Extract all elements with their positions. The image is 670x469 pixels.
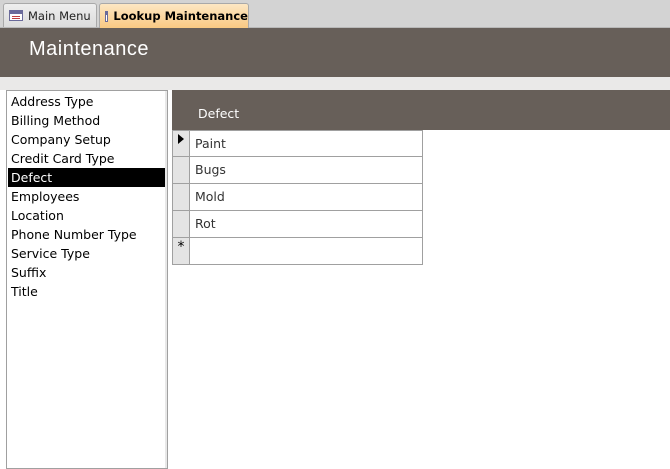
form-header: Maintenance — [0, 28, 670, 77]
form-icon — [9, 10, 23, 21]
record-selector[interactable]: * — [172, 238, 190, 265]
new-defect-cell[interactable] — [190, 238, 423, 265]
defect-cell[interactable]: Rot — [190, 211, 423, 238]
lookup-item-employees[interactable]: Employees — [8, 187, 166, 206]
record-selector[interactable] — [172, 157, 190, 184]
lookup-item-service-type[interactable]: Service Type — [8, 244, 166, 263]
tab-label: Main Menu — [28, 8, 91, 23]
new-record-icon: * — [177, 239, 185, 255]
column-header-defect: Defect — [198, 106, 240, 121]
lookup-item-location[interactable]: Location — [8, 206, 166, 225]
lookup-list-box[interactable]: Address Type Billing Method Company Setu… — [6, 90, 168, 469]
record-selector[interactable] — [172, 211, 190, 238]
tab-main-menu[interactable]: Main Menu — [3, 3, 97, 27]
defect-cell[interactable]: Mold — [190, 184, 423, 211]
record-selector[interactable] — [172, 184, 190, 211]
lookup-item-credit-card-type[interactable]: Credit Card Type — [8, 149, 166, 168]
new-record-row: * — [172, 238, 423, 265]
form-icon — [105, 10, 109, 22]
table-row: Mold — [172, 184, 423, 211]
defect-cell[interactable]: Bugs — [190, 157, 423, 184]
header-divider — [0, 77, 670, 90]
lookup-item-address-type[interactable]: Address Type — [8, 92, 166, 111]
defect-datasheet: Paint Bugs Mold Rot * — [172, 130, 423, 265]
page-title: Maintenance — [29, 38, 150, 60]
lookup-item-billing-method[interactable]: Billing Method — [8, 111, 166, 130]
tab-label: Lookup Maintenance — [113, 9, 248, 23]
subform-header: Defect — [172, 90, 670, 130]
current-record-icon — [178, 134, 184, 144]
record-selector[interactable] — [172, 130, 190, 157]
table-row: Paint — [172, 130, 423, 157]
table-row: Rot — [172, 211, 423, 238]
tab-lookup-maintenance[interactable]: Lookup Maintenance — [99, 3, 249, 28]
lookup-item-title[interactable]: Title — [8, 282, 166, 301]
lookup-item-defect[interactable]: Defect — [8, 168, 166, 187]
defect-cell[interactable]: Paint — [190, 130, 423, 157]
lookup-item-company-setup[interactable]: Company Setup — [8, 130, 166, 149]
table-row: Bugs — [172, 157, 423, 184]
lookup-item-suffix[interactable]: Suffix — [8, 263, 166, 282]
lookup-item-phone-number-type[interactable]: Phone Number Type — [8, 225, 166, 244]
document-tab-strip: Main Menu Lookup Maintenance — [0, 0, 670, 28]
